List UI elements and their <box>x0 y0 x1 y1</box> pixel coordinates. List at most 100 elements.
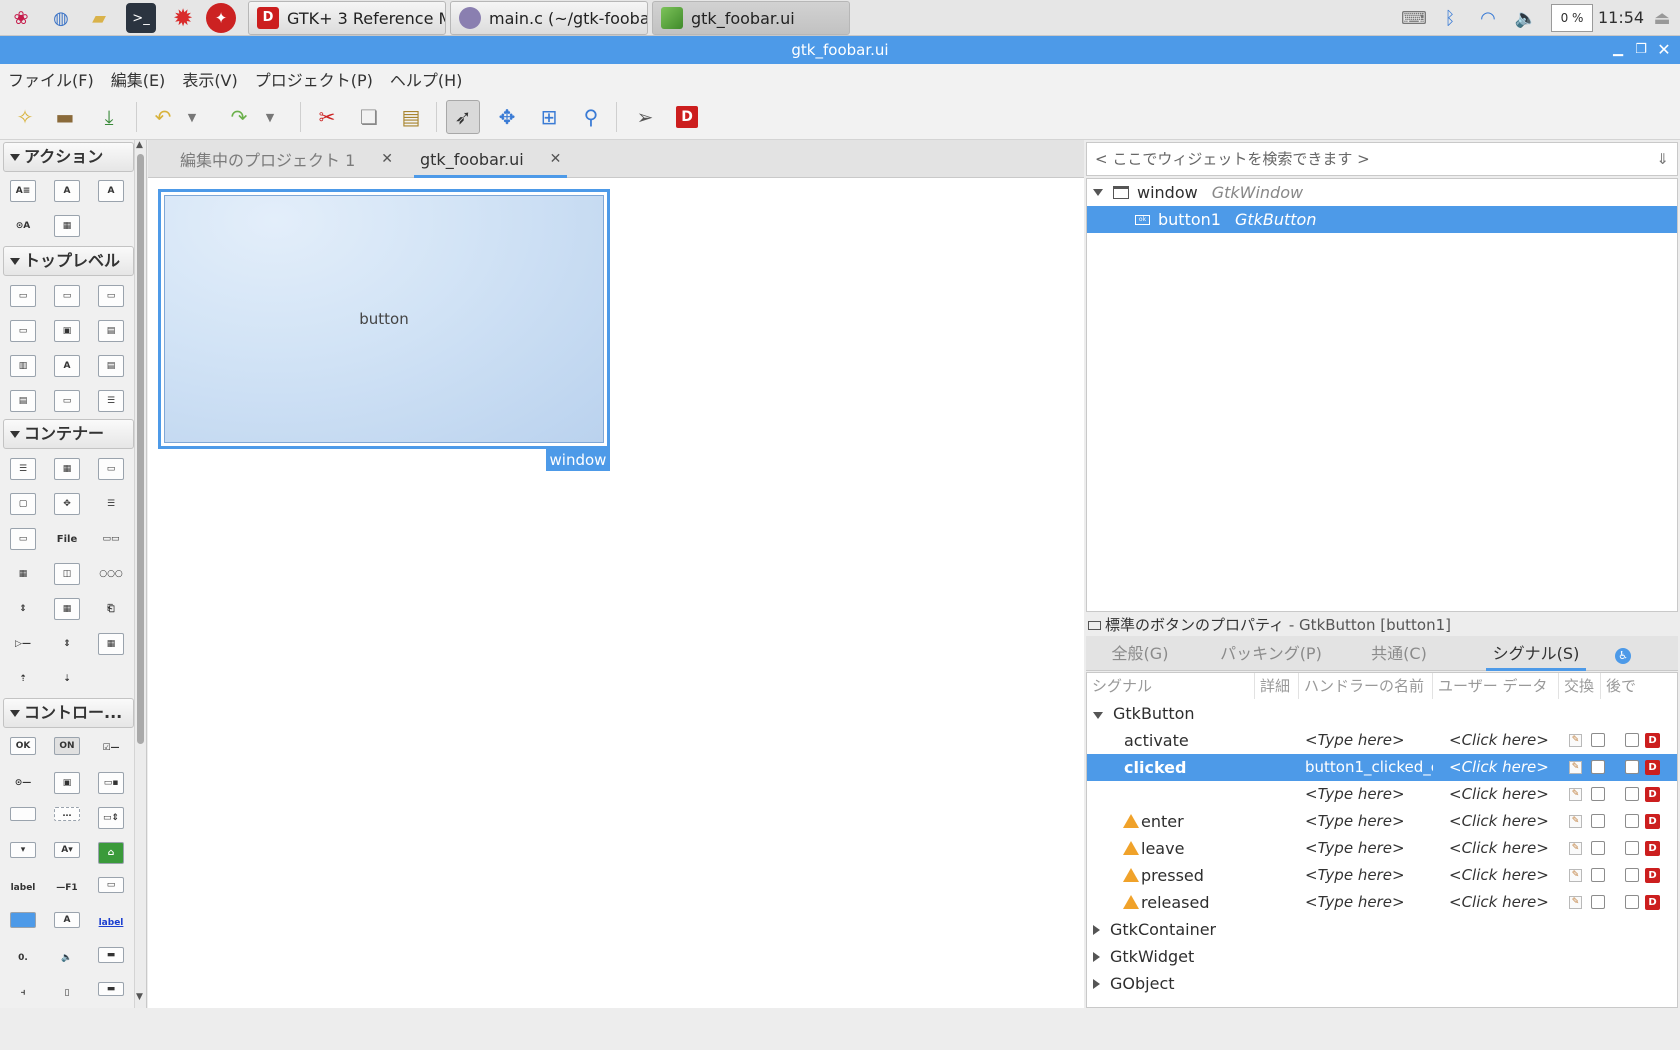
col-detail[interactable]: 詳細 <box>1255 673 1299 699</box>
signal-row-new-handler[interactable]: <Type here> <Click here> ✎ D <box>1087 781 1677 808</box>
palette-vscale-icon[interactable]: ⫞ <box>10 982 36 1004</box>
expander-right-icon[interactable] <box>1093 979 1100 989</box>
drag-resize-icon[interactable]: ✥ <box>490 100 524 134</box>
palette-offscreen-window-icon[interactable]: ▭ <box>54 285 80 307</box>
palette-file-icon[interactable]: File <box>54 528 80 550</box>
tree-row-button1[interactable]: ok button1 GtkButton <box>1087 206 1677 233</box>
palette-label-icon[interactable]: A <box>54 180 80 202</box>
palette-scrollbar-icon[interactable]: ▬ <box>98 982 124 996</box>
palette-layout-icon[interactable]: ▦ <box>98 633 124 655</box>
select-pointer-icon[interactable]: ➶ <box>446 100 480 134</box>
tab-common[interactable]: 共通(C) <box>1366 636 1432 671</box>
palette-app-chooser-icon[interactable]: ▤ <box>98 355 124 377</box>
palette-about-dialog-icon[interactable]: ▤ <box>98 320 124 342</box>
devhelp-icon[interactable]: D <box>1645 868 1660 883</box>
tab-close-icon[interactable]: ✕ <box>381 151 393 167</box>
palette-font-chooser-icon[interactable]: A <box>54 355 80 377</box>
browser-globe-icon[interactable]: ◍ <box>46 3 76 33</box>
scroll-up-icon[interactable]: ▲ <box>136 140 143 150</box>
palette-accel-label-widget-icon[interactable]: —F1 <box>54 877 80 899</box>
new-icon[interactable]: ✧ <box>8 100 42 134</box>
palette-grid-icon[interactable]: ▦ <box>54 458 80 480</box>
col-handler[interactable]: ハンドラーの名前 <box>1299 673 1433 699</box>
search-options-icon[interactable]: ⇓ <box>1656 143 1669 175</box>
palette-accel-label-icon[interactable]: A≡ <box>10 180 36 202</box>
tab-gtk-foobar[interactable]: gtk_foobar.ui ✕ <box>414 140 568 178</box>
widget-search-input[interactable]: < ここでウィジェットを検索できます > ⇓ <box>1086 142 1678 176</box>
after-checkbox[interactable] <box>1625 841 1639 855</box>
palette-lock-button-icon[interactable]: ▣ <box>54 772 80 794</box>
user-data-field[interactable]: <Click here> <box>1449 808 1549 835</box>
tree-row-window[interactable]: window GtkWindow <box>1087 179 1677 206</box>
after-checkbox[interactable] <box>1625 760 1639 774</box>
undo-icon[interactable]: ↶ <box>146 100 180 134</box>
palette-fixed-icon[interactable]: ⇕ <box>54 633 80 655</box>
user-data-field[interactable]: <Click here> <box>1449 835 1549 862</box>
minimize-icon[interactable]: ▁ <box>1607 36 1629 64</box>
after-checkbox[interactable] <box>1625 814 1639 828</box>
devhelp-icon[interactable]: D <box>1645 733 1660 748</box>
paste-icon[interactable]: ▤ <box>394 100 428 134</box>
palette-message-dialog-icon[interactable]: ▣ <box>54 320 80 342</box>
palette-category-containers[interactable]: コンテナー <box>3 419 134 449</box>
palette-status-bar-icon[interactable]: ○○○ <box>98 563 124 585</box>
handler-name-field[interactable]: <Type here> <box>1305 781 1405 808</box>
palette-label-widget-icon[interactable]: label <box>10 877 36 899</box>
palette-list-box-icon[interactable]: ☰ <box>98 493 124 515</box>
handler-name-field[interactable]: button1_clicked_cb <box>1305 754 1433 781</box>
palette-scrollbar-thumb[interactable] <box>137 154 144 744</box>
signal-group-gtkwidget[interactable]: GtkWidget <box>1087 943 1677 970</box>
palette-box-icon[interactable]: ☰ <box>10 458 36 480</box>
redo-icon[interactable]: ↷ <box>222 100 256 134</box>
handler-name-field[interactable]: <Type here> <box>1305 862 1405 889</box>
devhelp-button[interactable]: D <box>670 100 704 134</box>
menu-view[interactable]: 表示(V) <box>182 67 237 91</box>
signal-row-released[interactable]: released <Type here> <Click here> ✎ D <box>1087 889 1677 916</box>
palette-expander-icon[interactable]: ▭ <box>10 528 36 550</box>
swap-checkbox[interactable] <box>1591 841 1605 855</box>
palette-spin-button-icon[interactable]: ▭⇕ <box>98 807 124 829</box>
cut-icon[interactable]: ✂ <box>310 100 344 134</box>
signal-row-clicked[interactable]: clicked button1_clicked_cb <Click here> … <box>1087 754 1677 781</box>
palette-recent-chooser-icon[interactable]: ▭ <box>54 390 80 412</box>
palette-link-label-icon[interactable]: label <box>98 912 124 934</box>
palette-alignment-icon[interactable]: ⎗ <box>98 598 124 620</box>
signal-row-activate[interactable]: activate <Type here> <Click here> ✎ D <box>1087 727 1677 754</box>
devhelp-icon[interactable]: D <box>1645 760 1660 775</box>
redo-dropdown-icon[interactable]: ▼ <box>260 100 280 134</box>
palette-radio-button-icon[interactable]: ⊙— <box>10 772 36 794</box>
signal-row-pressed[interactable]: pressed <Type here> <Click here> ✎ D <box>1087 862 1677 889</box>
task-gtk-reference[interactable]: D GTK+ 3 Reference M... <box>248 1 446 35</box>
open-icon[interactable]: ▬ <box>48 100 82 134</box>
after-checkbox[interactable] <box>1625 868 1639 882</box>
signal-row-enter[interactable]: enter <Type here> <Click here> ✎ D <box>1087 808 1677 835</box>
bluetooth-icon[interactable]: ᛒ <box>1438 0 1462 36</box>
palette-notebook-icon[interactable]: ▭ <box>98 458 124 480</box>
edit-icon[interactable]: ✎ <box>1569 788 1582 801</box>
copy-icon[interactable]: ❏ <box>352 100 386 134</box>
devhelp-icon[interactable]: D <box>1645 841 1660 856</box>
user-data-field[interactable]: <Click here> <box>1449 727 1549 754</box>
tab-close-icon[interactable]: ✕ <box>550 151 562 167</box>
signal-group-gtkcontainer[interactable]: GtkContainer <box>1087 916 1677 943</box>
palette-scale-icon[interactable]: ▬ <box>98 947 124 963</box>
after-checkbox[interactable] <box>1625 733 1639 747</box>
palette-file-chooser-icon[interactable]: ▤ <box>10 390 36 412</box>
file-manager-icon[interactable]: ▰ <box>84 3 114 33</box>
edit-icon[interactable]: ✎ <box>1569 734 1582 747</box>
swap-checkbox[interactable] <box>1591 868 1605 882</box>
wifi-icon[interactable]: ◠ <box>1474 0 1502 36</box>
clock[interactable]: 11:54 <box>1598 0 1644 36</box>
palette-frame-icon[interactable]: ▢ <box>10 493 36 515</box>
design-button[interactable]: button <box>164 195 604 443</box>
palette-toolbar-icon[interactable]: ▦ <box>10 563 36 585</box>
palette-revealer-icon[interactable]: ▷— <box>10 633 36 655</box>
tab-accessibility[interactable]: ♿ <box>1610 636 1636 671</box>
after-checkbox[interactable] <box>1625 787 1639 801</box>
menu-edit[interactable]: 編集(E) <box>111 67 166 91</box>
tab-packing[interactable]: パッキング(P) <box>1216 636 1326 671</box>
tab-signals[interactable]: シグナル(S) <box>1486 636 1586 671</box>
devhelp-icon[interactable]: D <box>1645 895 1660 910</box>
expander-right-icon[interactable] <box>1093 925 1100 935</box>
margin-edit-icon[interactable]: ⊞ <box>532 100 566 134</box>
